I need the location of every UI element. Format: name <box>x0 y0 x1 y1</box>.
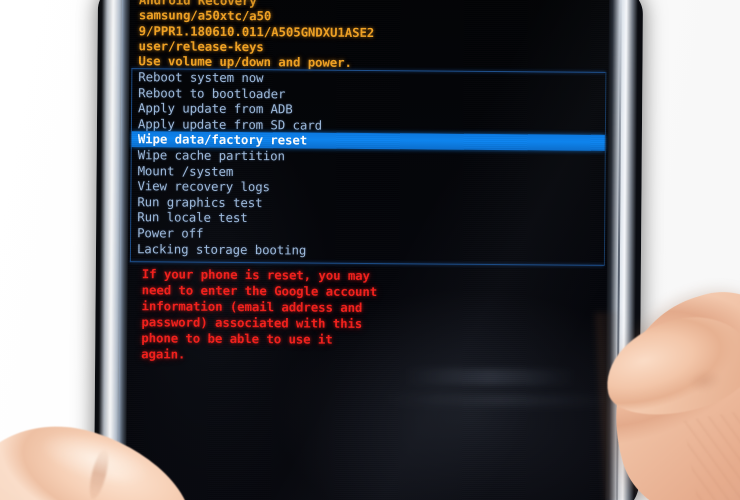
recovery-menu[interactable]: Reboot system now Reboot to bootloader A… <box>131 69 605 260</box>
recovery-header: Android Recovery samsung/a50xtc/a50 9/PP… <box>138 0 599 72</box>
factory-reset-warning: If your phone is reset, you may need to … <box>141 266 582 365</box>
menu-item-lacking-storage-booting[interactable]: Lacking storage booting <box>131 241 604 260</box>
warning-line-6: again. <box>141 346 186 362</box>
android-recovery-ui: Android Recovery samsung/a50xtc/a50 9/PP… <box>125 0 610 500</box>
screenshot-stage: Android Recovery samsung/a50xtc/a50 9/PP… <box>0 0 740 500</box>
menu-divider-bottom <box>129 261 604 266</box>
warning-line-5: phone to be able to use it <box>141 330 333 347</box>
